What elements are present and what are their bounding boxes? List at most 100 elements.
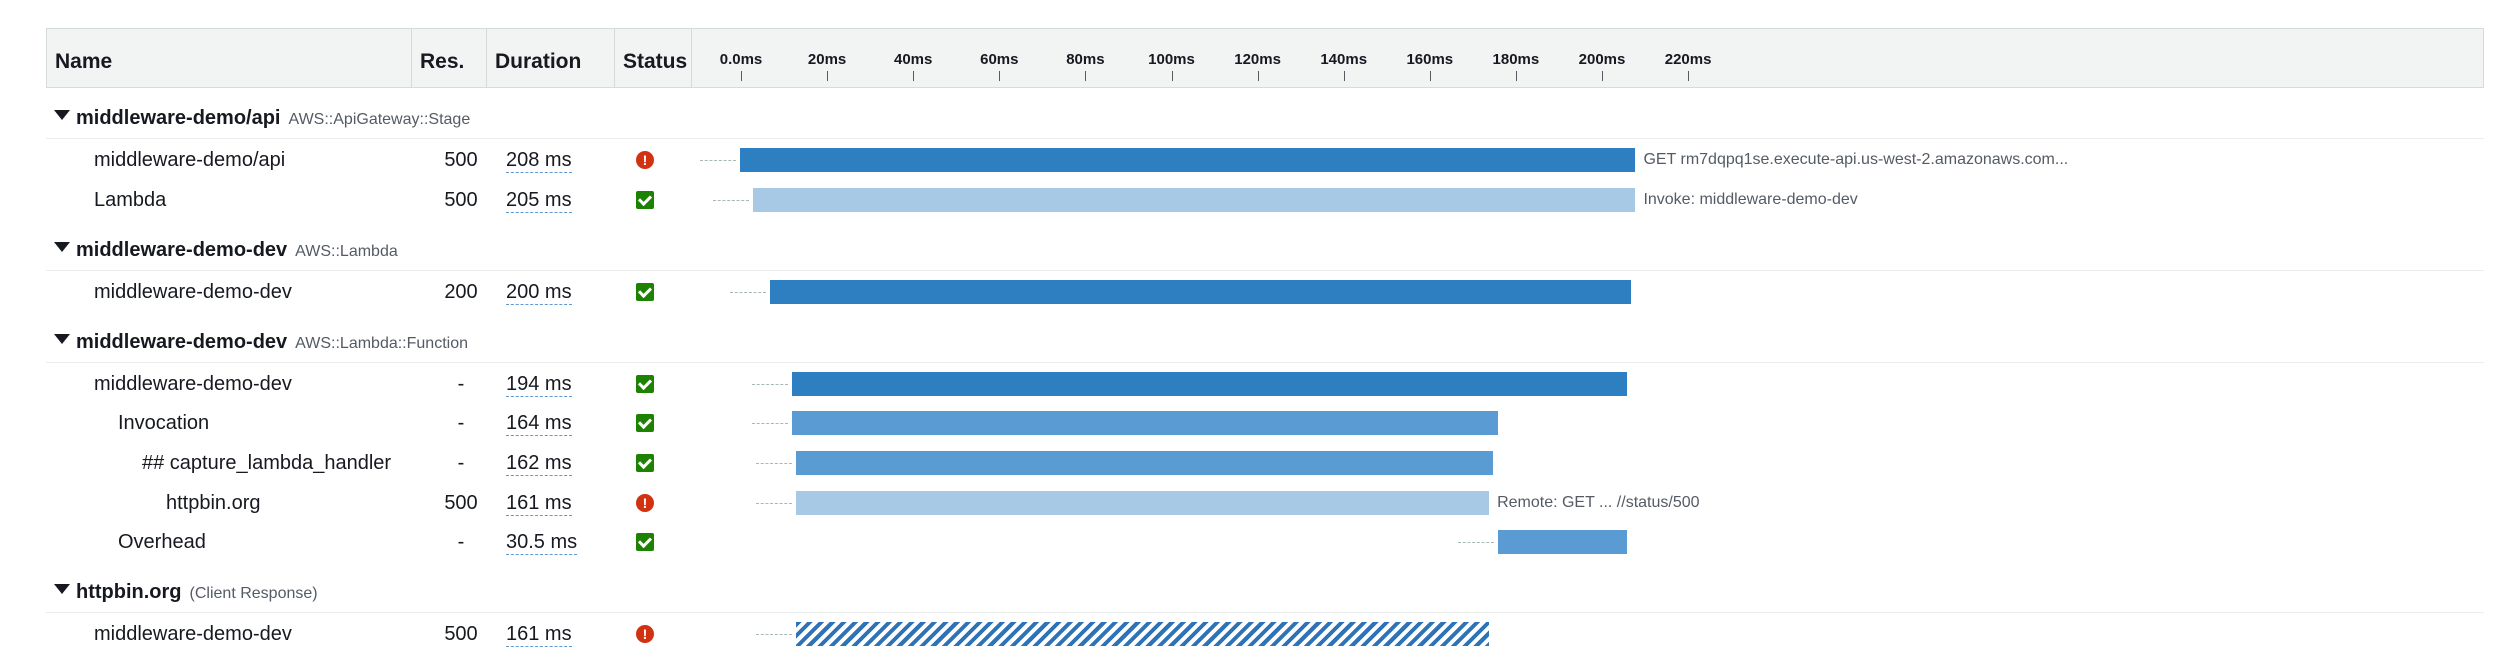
- segment-duration[interactable]: 162 ms: [506, 443, 572, 483]
- segment-duration-link[interactable]: 162 ms: [506, 452, 572, 476]
- collapse-caret-icon[interactable]: [54, 334, 70, 344]
- error-icon: [636, 625, 654, 643]
- segment-duration[interactable]: 205 ms: [506, 180, 572, 220]
- column-header-status[interactable]: Status: [615, 29, 695, 87]
- timeline-bar-label: GET rm7dqpq1se.execute-api.us-west-2.ama…: [1643, 151, 2069, 168]
- segment-response-code: -: [457, 531, 465, 553]
- timeline-bar[interactable]: [1497, 530, 1627, 554]
- segment-response-code: 500: [444, 623, 478, 645]
- segment-response-code: 500: [444, 149, 478, 171]
- check-icon: [636, 533, 654, 551]
- timeline-connector: [755, 463, 792, 464]
- segment-row[interactable]: middleware-demo-dev 200 200 ms: [46, 272, 2484, 312]
- timeline-bar[interactable]: [791, 372, 1627, 396]
- segment-duration[interactable]: 161 ms: [506, 614, 572, 654]
- timeline-tick-label: 40ms: [894, 51, 933, 68]
- timeline-bar-label: Remote: GET ... //status/500: [1497, 494, 1700, 511]
- segment-row[interactable]: ## capture_lambda_handler - 162 ms: [46, 443, 2484, 483]
- column-header-name[interactable]: Name: [47, 29, 411, 87]
- service-name: middleware-demo/api: [76, 107, 281, 129]
- error-icon: [636, 151, 654, 169]
- segment-row[interactable]: middleware-demo-dev 500 161 ms: [46, 614, 2484, 654]
- segment-duration-link[interactable]: 161 ms: [506, 623, 572, 647]
- segment-duration-link[interactable]: 194 ms: [506, 373, 572, 397]
- segment-row[interactable]: Invocation - 164 ms: [46, 403, 2484, 443]
- trace-table-header: Name Res. Duration Status 0.0ms 20ms 40ms 6…: [46, 28, 2484, 88]
- segment-name[interactable]: httpbin.org: [166, 483, 261, 523]
- service-group-name: middleware-demo-dev AWS::Lambda: [76, 230, 398, 272]
- segment-duration-link[interactable]: 208 ms: [506, 149, 572, 173]
- timeline-connector: [755, 634, 792, 635]
- timeline-bar[interactable]: [795, 622, 1490, 646]
- timeline-tick-mark: [913, 71, 915, 81]
- segment-name[interactable]: ## capture_lambda_handler: [142, 443, 391, 483]
- timeline-bar[interactable]: [791, 411, 1498, 435]
- timeline-tick-mark: [1257, 71, 1259, 81]
- segment-row[interactable]: httpbin.org 500 161 ms Remote: GET ... //st…: [46, 483, 2484, 523]
- timeline-connector: [712, 200, 749, 201]
- segment-duration[interactable]: 208 ms: [506, 140, 572, 180]
- service-group-name: httpbin.org (Client Response): [76, 572, 318, 614]
- segment-response-code: 500: [444, 492, 478, 514]
- service-name: httpbin.org: [76, 581, 182, 603]
- timeline-connector: [751, 384, 788, 385]
- segment-name[interactable]: Overhead: [118, 522, 206, 562]
- segment-response-code: 200: [444, 281, 478, 303]
- service-type: AWS::Lambda: [295, 243, 398, 260]
- service-group-header[interactable]: middleware-demo/api AWS::ApiGateway::Stag…: [46, 98, 2484, 139]
- segment-duration-link[interactable]: 205 ms: [506, 189, 572, 213]
- column-header-duration[interactable]: Duration: [487, 29, 617, 87]
- segment-row[interactable]: middleware-demo/api 500 208 ms GET rm7dqpq1…: [46, 140, 2484, 180]
- service-group-header[interactable]: middleware-demo-dev AWS::Lambda::Function: [46, 322, 2484, 363]
- service-group-header[interactable]: middleware-demo-dev AWS::Lambda: [46, 230, 2484, 271]
- segment-duration[interactable]: 161 ms: [506, 483, 572, 523]
- segment-duration[interactable]: 30.5 ms: [506, 522, 578, 562]
- timeline-connector: [1457, 542, 1494, 543]
- timeline-tick-mark: [1602, 71, 1603, 81]
- timeline-tick-mark: [741, 71, 742, 81]
- segment-row[interactable]: Lambda 500 205 ms Invoke: middleware-demo-d…: [46, 180, 2484, 220]
- timeline-connector: [700, 160, 736, 161]
- timeline-tick-label: 20ms: [807, 51, 847, 68]
- segment-duration[interactable]: 200 ms: [506, 272, 572, 312]
- segment-name[interactable]: middleware-demo-dev: [94, 364, 292, 404]
- service-group-name: middleware-demo/api AWS::ApiGateway::Stag…: [76, 98, 470, 140]
- segment-name[interactable]: middleware-demo/api: [94, 140, 285, 180]
- timeline-bar[interactable]: [752, 188, 1636, 212]
- segment-duration-link[interactable]: 200 ms: [506, 281, 572, 305]
- segment-name[interactable]: middleware-demo-dev: [94, 614, 292, 654]
- timeline-tick-label: 100ms: [1148, 51, 1195, 68]
- timeline-tick-label: 60ms: [980, 51, 1019, 68]
- timeline-connector: [755, 503, 792, 504]
- error-icon: [636, 494, 654, 512]
- timeline-tick-mark: [999, 71, 1001, 81]
- check-icon: [636, 283, 654, 301]
- segment-duration-link[interactable]: 30.5 ms: [506, 531, 578, 555]
- segment-duration-link[interactable]: 164 ms: [506, 412, 572, 436]
- service-group-header[interactable]: httpbin.org (Client Response): [46, 572, 2484, 613]
- timeline-tick-mark: [1085, 71, 1087, 81]
- check-icon: [636, 454, 654, 472]
- timeline-tick-label: 160ms: [1406, 51, 1454, 68]
- segment-name[interactable]: middleware-demo-dev: [94, 272, 292, 312]
- collapse-caret-icon[interactable]: [54, 110, 70, 120]
- timeline-tick-label: 80ms: [1066, 51, 1105, 68]
- timeline-bar[interactable]: [795, 491, 1490, 515]
- timeline-bar[interactable]: [740, 148, 1636, 172]
- timeline-tick-mark: [1515, 71, 1517, 81]
- timeline-bar-label: Invoke: middleware-demo-dev: [1643, 191, 1858, 208]
- timeline-tick-mark: [1688, 71, 1690, 81]
- collapse-caret-icon[interactable]: [54, 584, 70, 594]
- timeline-bar[interactable]: [795, 451, 1494, 475]
- segment-duration[interactable]: 164 ms: [506, 403, 572, 443]
- segment-row[interactable]: middleware-demo-dev - 194 ms: [46, 364, 2484, 404]
- segment-duration-link[interactable]: 161 ms: [506, 492, 572, 516]
- segment-name[interactable]: Invocation: [118, 403, 209, 443]
- timeline-bar[interactable]: [770, 280, 1632, 304]
- check-icon: [636, 414, 654, 432]
- timeline-tick-label: 220ms: [1664, 51, 1712, 68]
- collapse-caret-icon[interactable]: [54, 242, 70, 252]
- segment-row[interactable]: Overhead - 30.5 ms: [46, 522, 2484, 562]
- segment-name[interactable]: Lambda: [94, 180, 166, 220]
- segment-duration[interactable]: 194 ms: [506, 364, 572, 404]
